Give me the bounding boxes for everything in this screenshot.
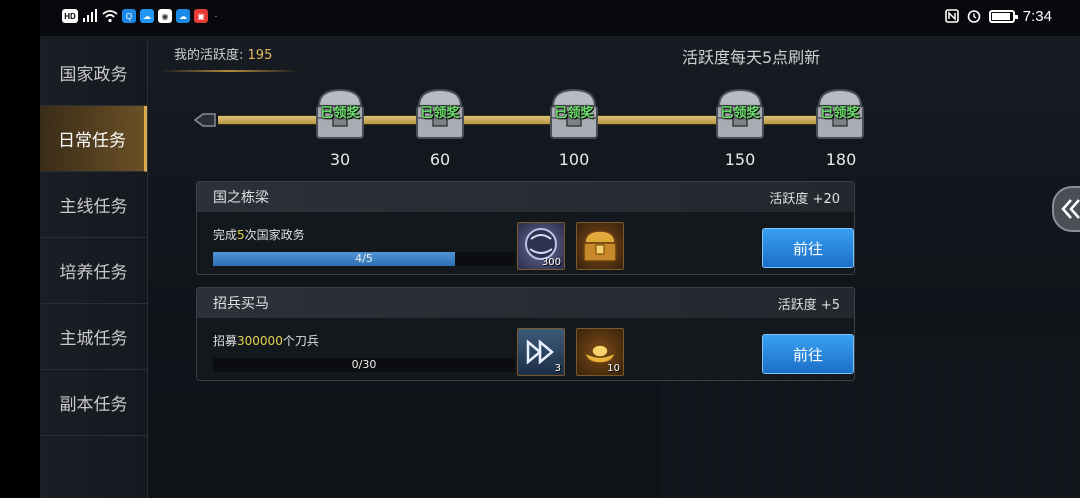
battery-icon xyxy=(989,9,1018,23)
alarm-icon xyxy=(967,10,981,23)
cloud-app-icon: ☁ xyxy=(140,9,154,23)
clock: 7:34 xyxy=(1022,8,1052,25)
task-title: 招兵买马 xyxy=(213,296,269,312)
task-category-sidebar: 国家政务 日常任务 主线任务 培养任务 主城任务 副本任务 xyxy=(40,40,148,498)
reward-slot[interactable]: 300 xyxy=(517,222,565,270)
go-button[interactable]: 前往 xyxy=(762,228,854,268)
milestone-value: 150 xyxy=(724,150,756,169)
claimed-label: 已领奖 xyxy=(320,106,360,121)
cloud2-app-icon: ☁ xyxy=(176,9,190,23)
sidebar-item-city-tasks[interactable]: 主城任务 xyxy=(40,304,147,370)
activity-label: 我的活跃度: xyxy=(174,48,244,63)
reward-count: 10 xyxy=(607,363,620,374)
milestone-chest-30[interactable]: 已领奖 xyxy=(311,84,369,144)
status-bar: HD Q ☁ ◉ ☁ ▣ · 7:34 xyxy=(40,0,1080,36)
progress-text: 0/30 xyxy=(351,358,377,371)
nfc-icon xyxy=(945,9,959,23)
left-edge xyxy=(0,0,40,498)
sidebar-item-dungeon-tasks[interactable]: 副本任务 xyxy=(40,370,147,436)
claimed-label: 已领奖 xyxy=(554,106,594,121)
refresh-note: 活跃度每天5点刷新 xyxy=(682,48,821,67)
milestone-chest-100[interactable]: 已领奖 xyxy=(545,84,603,144)
status-right-icons xyxy=(945,9,1018,23)
task-panel: 国之栋梁 活跃度 +20 完成5次国家政务 4/5 300 前往 xyxy=(196,181,855,275)
reward-slot[interactable]: 3 xyxy=(517,328,565,376)
milestone-value: 60 xyxy=(429,150,451,169)
header-underline xyxy=(160,70,300,72)
desc-suffix: 次国家政务 xyxy=(244,228,305,242)
desc-prefix: 完成 xyxy=(213,228,238,242)
milestone-value: 180 xyxy=(825,150,857,169)
sidebar-item-state-affairs[interactable]: 国家政务 xyxy=(40,40,147,106)
reward-count: 300 xyxy=(541,257,561,268)
task-progress-bar: 0/30 xyxy=(213,358,515,372)
milestone-chest-180[interactable]: 已领奖 xyxy=(811,84,869,144)
milestone-value: 30 xyxy=(329,150,351,169)
milestone-value: 100 xyxy=(558,150,590,169)
reward-count: 3 xyxy=(554,363,561,374)
activity-value: 195 xyxy=(247,48,273,63)
milestone-chest-150[interactable]: 已领奖 xyxy=(711,84,769,144)
collapse-panel-button[interactable] xyxy=(1052,186,1080,232)
milestone-chest-60[interactable]: 已领奖 xyxy=(411,84,469,144)
reward-slot[interactable] xyxy=(576,222,624,270)
task-progress-bar: 4/5 xyxy=(213,252,515,266)
go-button[interactable]: 前往 xyxy=(762,334,854,374)
task-header: 招兵买马 活跃度 +5 xyxy=(197,288,854,318)
sidebar-item-daily-tasks[interactable]: 日常任务 xyxy=(40,106,147,172)
task-title: 国之栋梁 xyxy=(213,190,269,206)
search-app-icon: Q xyxy=(122,9,136,23)
progress-text: 4/5 xyxy=(355,252,373,265)
task-points: 活跃度 +20 xyxy=(769,191,840,207)
hd-icon: HD xyxy=(62,9,78,23)
treasure-chest-icon xyxy=(583,230,617,262)
reward-slot[interactable]: 10 xyxy=(576,328,624,376)
my-activity: 我的活跃度: 195 xyxy=(174,44,272,63)
desc-highlight: 300000 xyxy=(237,334,283,348)
task-panel: 招兵买马 活跃度 +5 招募300000个刀兵 0/30 3 10 前往 xyxy=(196,287,855,381)
claimed-label: 已领奖 xyxy=(420,106,460,121)
task-description: 招募300000个刀兵 xyxy=(213,332,319,349)
double-chevron-left-icon xyxy=(1061,199,1080,219)
claimed-label: 已领奖 xyxy=(720,106,760,121)
wifi-icon xyxy=(102,10,118,23)
sidebar-item-main-quests[interactable]: 主线任务 xyxy=(40,172,147,238)
camera-app-icon: ◉ xyxy=(158,9,172,23)
task-description: 完成5次国家政务 xyxy=(213,226,305,243)
desc-highlight: 5 xyxy=(237,228,245,242)
track-start-arrow-icon xyxy=(194,113,216,127)
more-dots-icon: · xyxy=(214,11,218,21)
task-header: 国之栋梁 活跃度 +20 xyxy=(197,182,854,212)
claimed-label: 已领奖 xyxy=(820,106,860,121)
signal-4g-icon xyxy=(83,9,97,22)
desc-suffix: 个刀兵 xyxy=(282,334,319,348)
sidebar-item-training-tasks[interactable]: 培养任务 xyxy=(40,238,147,304)
red-app-icon: ▣ xyxy=(194,9,208,23)
status-left-icons: HD Q ☁ ◉ ☁ ▣ · xyxy=(62,9,220,23)
task-points: 活跃度 +5 xyxy=(777,297,840,313)
desc-prefix: 招募 xyxy=(213,334,238,348)
